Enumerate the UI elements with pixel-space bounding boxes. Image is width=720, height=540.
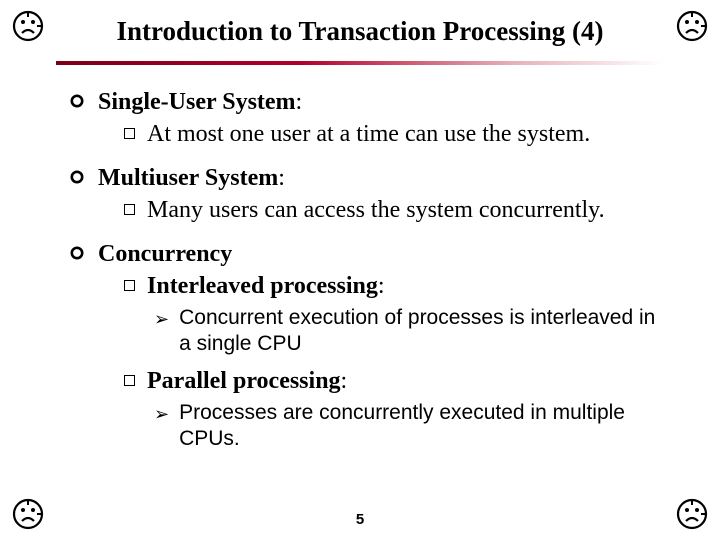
- bullet-circle-icon: [70, 94, 84, 108]
- list-subsubitem: ➢ Concurrent execution of processes is i…: [154, 305, 672, 358]
- item-heading: Single-User System:: [98, 87, 672, 117]
- bullet-square-icon: [124, 204, 135, 215]
- list-subitem: At most one user at a time can use the s…: [124, 119, 672, 149]
- subitem-text: Parallel processing:: [147, 366, 672, 396]
- subsubitem-text: Concurrent execution of processes is int…: [179, 305, 672, 358]
- list-item: Single-User System: At most one user at …: [70, 87, 672, 149]
- list-subsubitem: ➢ Processes are concurrently executed in…: [154, 400, 672, 453]
- clock-sad-icon: [676, 10, 708, 42]
- slide-title: Introduction to Transaction Processing (…: [0, 0, 720, 47]
- subsubitem-text: Processes are concurrently executed in m…: [179, 400, 672, 453]
- bullet-circle-icon: [70, 170, 84, 184]
- slide-content: Single-User System: At most one user at …: [0, 65, 720, 452]
- bullet-square-icon: [124, 128, 135, 139]
- subitem-text: At most one user at a time can use the s…: [147, 119, 672, 149]
- bullet-square-icon: [124, 375, 135, 386]
- subitem-text: Interleaved processing:: [147, 271, 672, 301]
- list-subitem: Parallel processing:: [124, 366, 672, 396]
- list-subitem: Many users can access the system concurr…: [124, 195, 672, 225]
- bullet-arrow-icon: ➢: [154, 405, 169, 423]
- page-number: 5: [0, 511, 720, 528]
- bullet-arrow-icon: ➢: [154, 310, 169, 328]
- bullet-square-icon: [124, 280, 135, 291]
- list-item: Multiuser System: Many users can access …: [70, 163, 672, 225]
- list-item: Concurrency Interleaved processing: ➢ Co…: [70, 239, 672, 452]
- item-heading: Concurrency: [98, 239, 672, 269]
- subitem-text: Many users can access the system concurr…: [147, 195, 672, 225]
- clock-sad-icon: [12, 10, 44, 42]
- list-subitem: Interleaved processing:: [124, 271, 672, 301]
- bullet-circle-icon: [70, 246, 84, 260]
- item-heading: Multiuser System:: [98, 163, 672, 193]
